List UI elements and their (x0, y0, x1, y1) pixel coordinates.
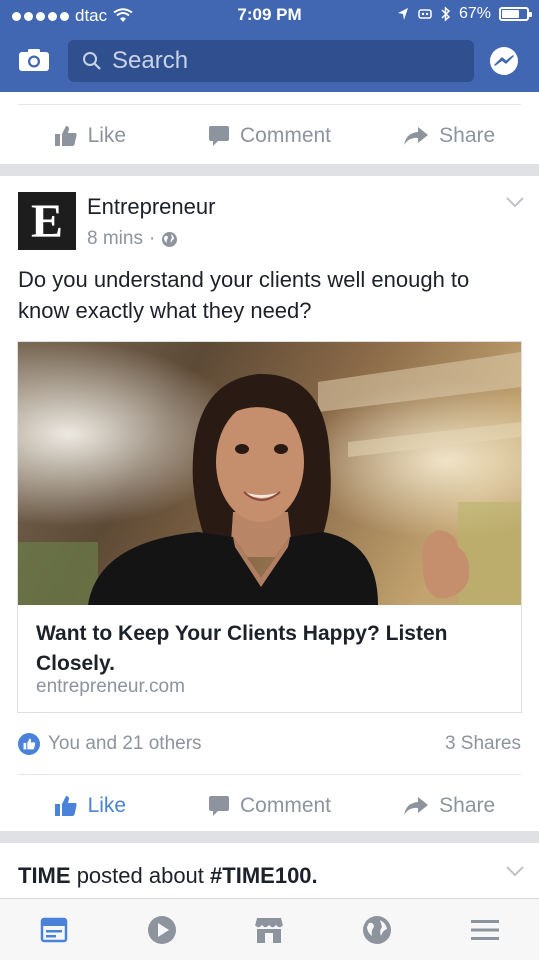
next-post-hashtag[interactable]: #TIME100. (210, 863, 318, 888)
post-text: Do you understand your clients well enou… (18, 267, 470, 323)
comment-button[interactable]: Comment (180, 124, 360, 148)
link-preview[interactable]: Want to Keep Your Clients Happy? Listen … (17, 341, 522, 713)
menu-icon (471, 919, 500, 940)
like-reaction-icon (18, 733, 40, 755)
search-placeholder: Search (112, 47, 189, 74)
battery-icon (499, 7, 532, 21)
reactions-count: You and 21 others (48, 733, 202, 754)
video-tab[interactable] (142, 910, 182, 950)
divider (18, 774, 521, 775)
next-post-headline: TIME posted about #TIME100. (18, 863, 318, 889)
comment-label: Comment (239, 794, 332, 817)
chevron-down-icon[interactable] (505, 196, 525, 208)
search-input[interactable]: Search (68, 40, 474, 82)
meta-separator: · (148, 228, 156, 249)
share-button[interactable]: Share (359, 124, 539, 148)
previous-post: Like Comment Share (0, 92, 539, 164)
video-icon (147, 915, 176, 944)
post-stats: You and 21 others 3 Shares (18, 729, 521, 759)
share-label: Share (439, 124, 496, 147)
menu-tab[interactable] (465, 910, 505, 950)
comment-icon (208, 126, 229, 146)
share-label: Share (439, 794, 496, 817)
marketplace-tab[interactable] (249, 910, 289, 950)
share-icon (404, 127, 429, 145)
post-actions: Like Comment Share (0, 776, 539, 836)
share-icon (404, 797, 429, 815)
like-label: Like (87, 124, 127, 147)
thumbs-up-icon (54, 796, 77, 816)
thumbs-up-icon (54, 126, 77, 146)
author-name[interactable]: Entrepreneur (87, 194, 215, 220)
comment-button[interactable]: Comment (180, 794, 360, 818)
share-button[interactable]: Share (359, 794, 539, 818)
shares-count[interactable]: 3 Shares (445, 733, 521, 755)
like-button[interactable]: Like (0, 794, 180, 818)
bluetooth-icon (441, 6, 451, 22)
next-post-text: posted about (76, 863, 204, 888)
like-label: Like (87, 794, 127, 817)
news-feed-tab[interactable] (34, 910, 74, 950)
link-preview-image (18, 342, 521, 605)
comment-label: Comment (239, 124, 332, 147)
alarm-icon (418, 9, 432, 19)
post-meta: 8 mins · (87, 228, 178, 250)
post-card: E Entrepreneur 8 mins · Do you understan… (0, 176, 539, 831)
battery-percent: 67% (458, 5, 491, 22)
post-time[interactable]: 8 mins (87, 228, 143, 250)
top-bar: dtac 7:09 PM 67% Search (0, 0, 539, 92)
camera-icon[interactable] (18, 48, 50, 72)
notifications-globe-icon (363, 915, 392, 944)
like-button[interactable]: Like (0, 124, 180, 148)
news-feed-icon (40, 917, 68, 942)
notifications-tab[interactable] (357, 910, 397, 950)
chevron-down-icon[interactable] (505, 865, 525, 877)
location-arrow-icon (397, 8, 408, 20)
globe-icon (162, 231, 178, 247)
link-title: Want to Keep Your Clients Happy? Listen … (36, 622, 448, 675)
author-avatar[interactable]: E (18, 192, 76, 250)
next-post: TIME posted about #TIME100. (0, 843, 539, 898)
marketplace-icon (254, 917, 285, 943)
status-bar: dtac 7:09 PM 67% (0, 0, 539, 32)
search-icon (83, 52, 101, 70)
next-post-author[interactable]: TIME (18, 863, 71, 888)
link-domain: entrepreneur.com (36, 676, 185, 697)
bottom-tab-bar (0, 898, 539, 960)
reactions-summary[interactable]: You and 21 others (18, 733, 202, 755)
divider (18, 104, 521, 105)
messenger-icon[interactable] (488, 46, 520, 78)
comment-icon (208, 796, 229, 816)
previous-post-actions: Like Comment Share (0, 106, 539, 166)
